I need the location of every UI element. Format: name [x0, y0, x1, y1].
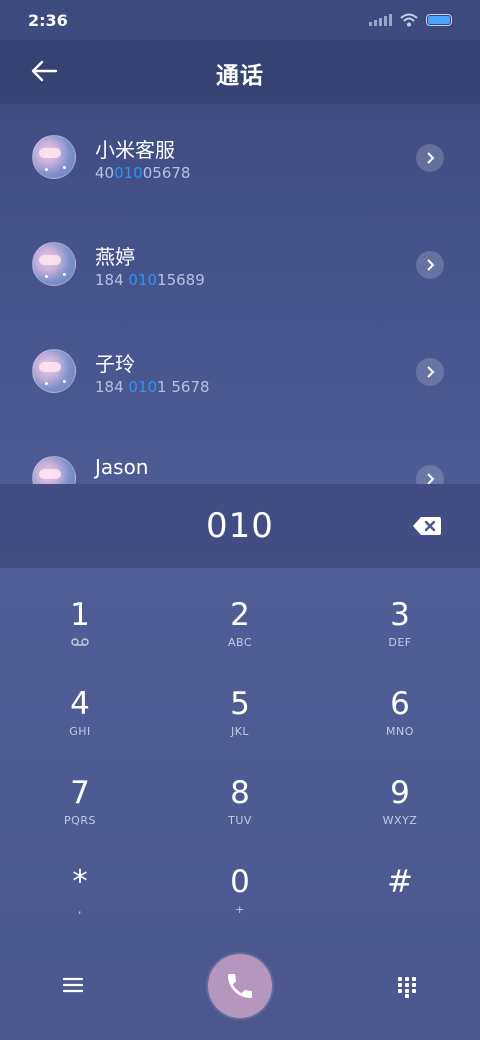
chevron-right-icon[interactable] [416, 251, 444, 279]
key-1[interactable]: 1 [0, 570, 160, 659]
key-letters: PQRS [64, 814, 96, 827]
page-title: 通话 [216, 63, 264, 89]
key-digit: 0 [230, 864, 250, 900]
avatar [32, 349, 76, 393]
bottom-bar [0, 950, 480, 1030]
status-icons [369, 13, 452, 27]
avatar [32, 456, 76, 484]
signal-icon [369, 14, 392, 26]
key-digit: 9 [390, 775, 410, 811]
key-digit: 4 [70, 686, 90, 722]
key-9[interactable]: 9 WXYZ [320, 748, 480, 837]
key-5[interactable]: 5 JKL [160, 659, 320, 748]
key-star[interactable]: * , [0, 837, 160, 926]
key-4[interactable]: 4 GHI [0, 659, 160, 748]
key-letters: ABC [227, 636, 253, 649]
voicemail-icon [71, 638, 89, 646]
key-7[interactable]: 7 PQRS [0, 748, 160, 837]
key-6[interactable]: 6 MNO [320, 659, 480, 748]
status-bar: 2:36 [0, 0, 480, 40]
contact-name: Jason [95, 455, 149, 479]
contact-name: 燕婷 [95, 245, 135, 269]
key-8[interactable]: 8 TUV [160, 748, 320, 837]
key-digit: 5 [230, 686, 250, 722]
chevron-right-icon[interactable] [416, 144, 444, 172]
key-digit: 3 [390, 597, 410, 633]
key-letters: WXYZ [382, 814, 418, 827]
dialpad-icon[interactable] [397, 976, 417, 998]
status-time: 2:36 [28, 10, 68, 30]
call-button[interactable] [208, 954, 272, 1018]
menu-icon[interactable] [62, 976, 84, 994]
dialed-number: 010 [206, 506, 274, 546]
key-0[interactable]: 0 + [160, 837, 320, 926]
key-letters: , [78, 903, 82, 916]
avatar [32, 135, 76, 179]
key-digit: 7 [70, 775, 90, 811]
key-digit: 2 [230, 597, 250, 633]
contact-name: 子玲 [95, 352, 135, 376]
key-letters: + [235, 903, 245, 916]
key-letters: GHI [69, 725, 91, 738]
contact-number: 184 01015689 [95, 271, 205, 289]
key-digit: 1 [70, 597, 90, 633]
contact-item[interactable]: 小米客服 4001005678 [0, 104, 480, 211]
avatar [32, 242, 76, 286]
key-letters: TUV [228, 814, 252, 827]
contact-list: 小米客服 4001005678 燕婷 184 01015689 子玲 184 0… [0, 104, 480, 484]
key-digit: * [72, 864, 88, 900]
contact-item[interactable]: 燕婷 184 01015689 [0, 211, 480, 318]
key-digit: # [387, 864, 413, 900]
header: 通话 [0, 40, 480, 104]
key-hash[interactable]: # [320, 837, 480, 926]
contact-name: 小米客服 [95, 138, 175, 162]
chevron-right-icon[interactable] [416, 358, 444, 386]
battery-icon [426, 14, 452, 26]
key-letters: DEF [388, 636, 412, 649]
key-digit: 8 [230, 775, 250, 811]
backspace-icon[interactable] [412, 515, 442, 537]
key-letters: JKL [230, 725, 250, 738]
keypad: 1 2 ABC 3 DEF 4 GHI 5 JKL 6 MNO 7 PQRS 8… [0, 570, 480, 940]
contact-number: 4001005678 [95, 164, 191, 182]
phone-icon [228, 974, 252, 998]
wifi-icon [400, 13, 418, 27]
contact-item[interactable]: Jason [0, 425, 480, 484]
key-2[interactable]: 2 ABC [160, 570, 320, 659]
key-3[interactable]: 3 DEF [320, 570, 480, 659]
key-digit: 6 [390, 686, 410, 722]
dial-display: 010 [0, 484, 480, 568]
key-letters: MNO [386, 725, 414, 738]
contact-number: 184 0101 5678 [95, 378, 210, 396]
contact-item[interactable]: 子玲 184 0101 5678 [0, 318, 480, 425]
chevron-right-icon[interactable] [416, 465, 444, 484]
